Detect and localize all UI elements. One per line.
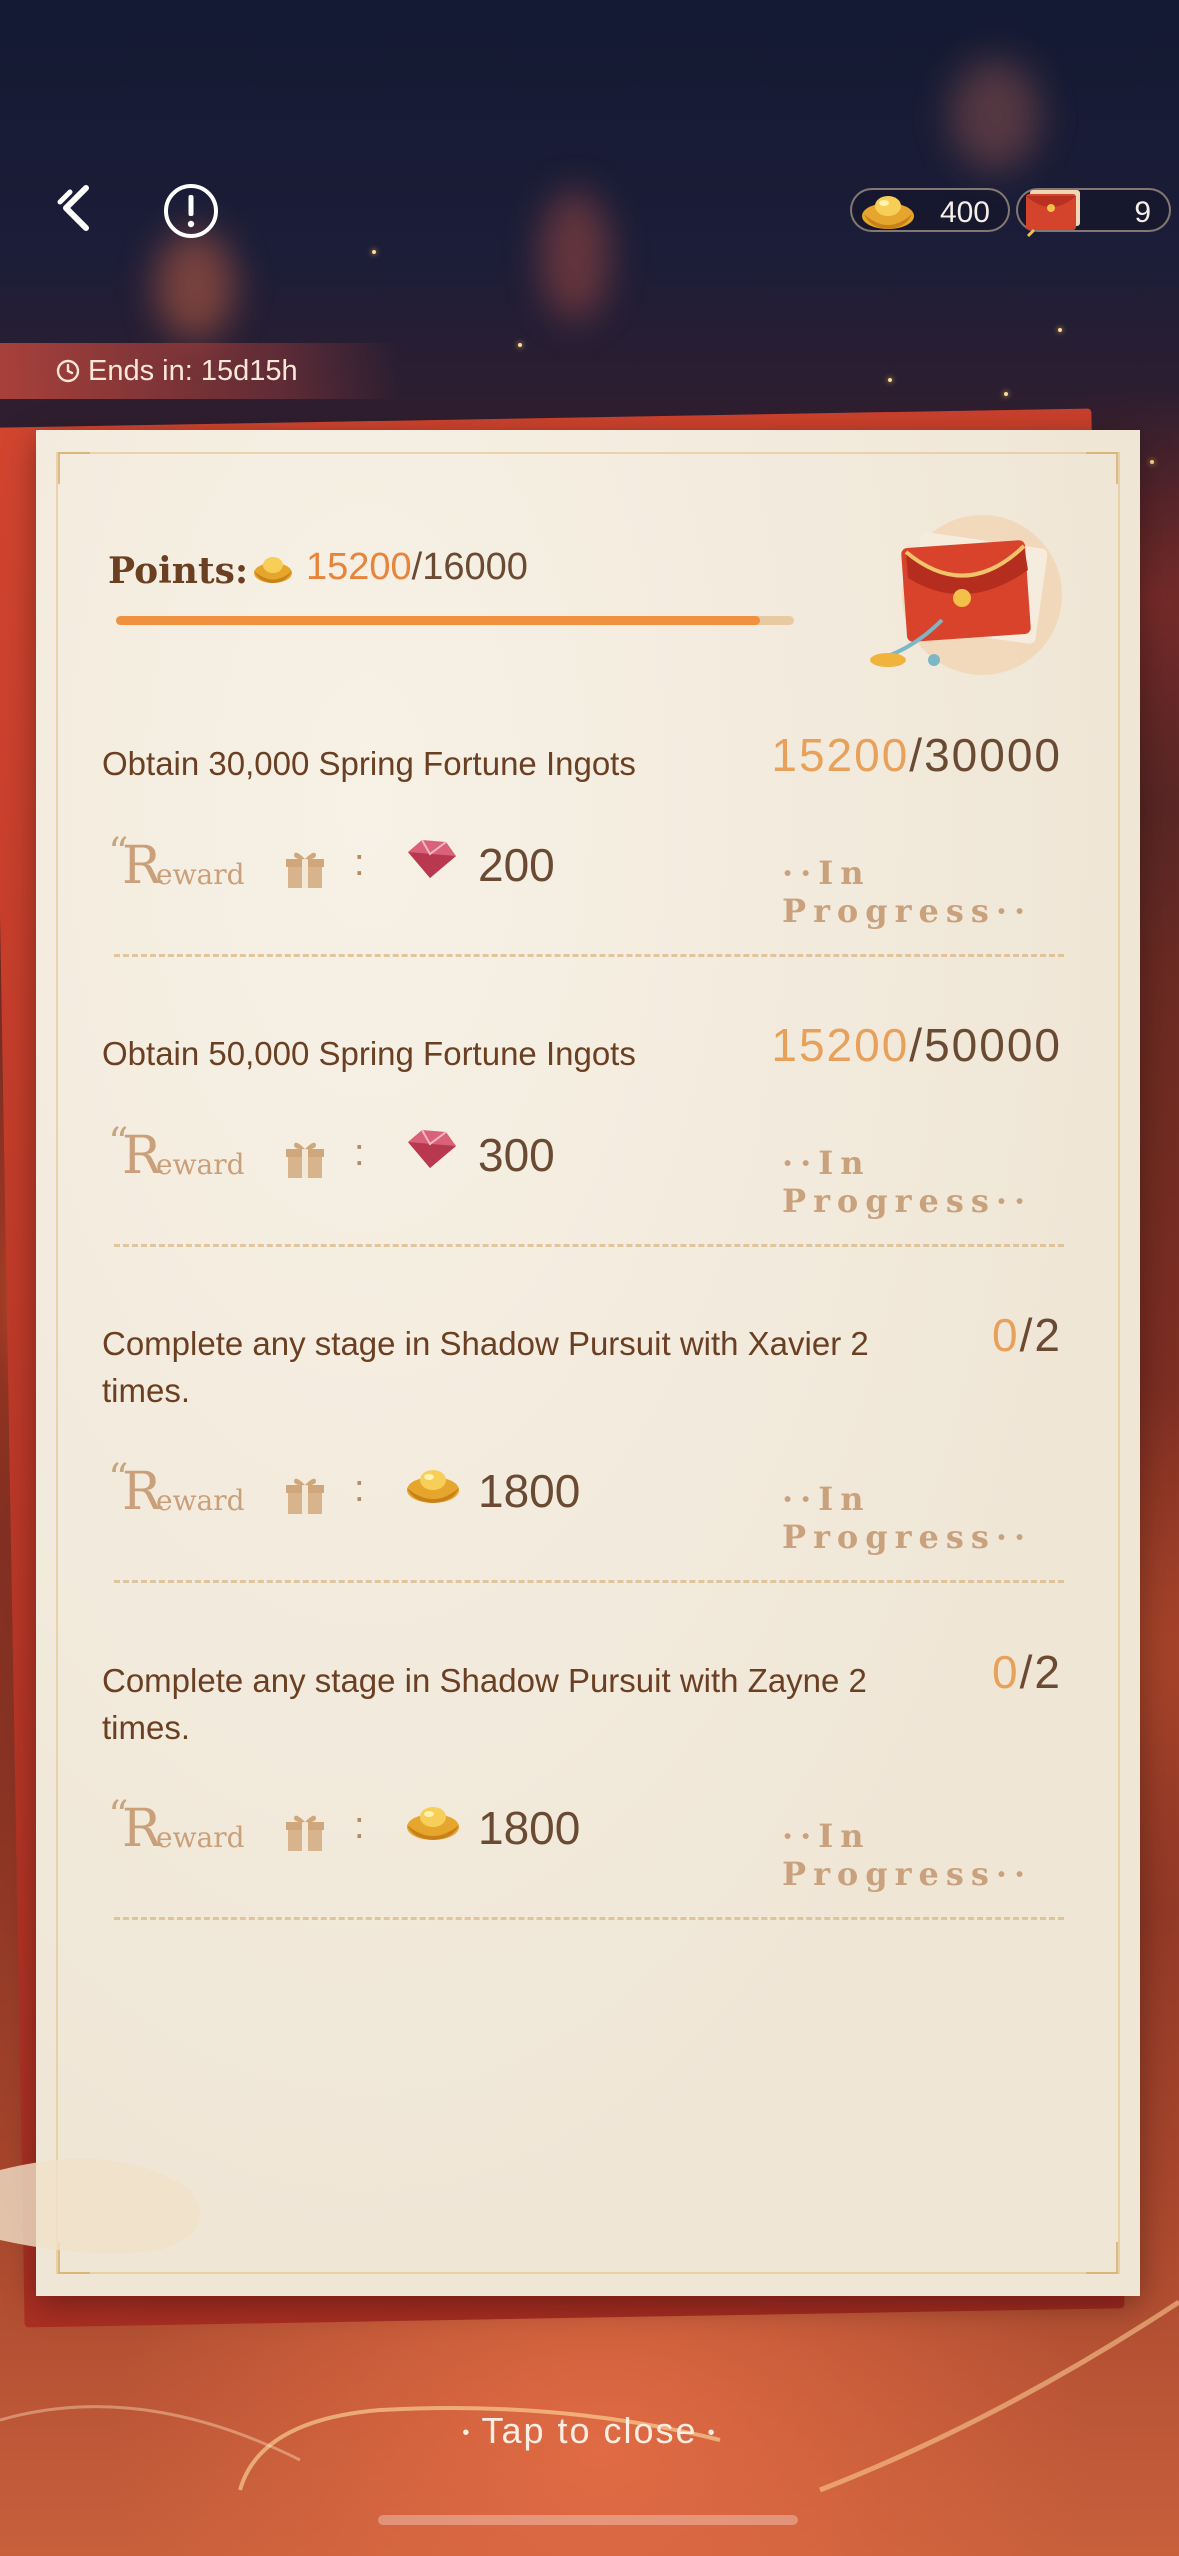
reward-amount: 1800: [478, 1465, 581, 1517]
reward-amount: 1800: [478, 1802, 581, 1854]
gold-ingot-count: 400: [939, 196, 990, 229]
task-progress: 0/2: [992, 1309, 1062, 1361]
points-progress-fill: [116, 616, 761, 625]
gold-ingot-currency[interactable]: 400: [850, 188, 1010, 232]
chevron-left-icon: [57, 185, 89, 231]
red-envelope-icon: [1024, 184, 1088, 246]
home-indicator[interactable]: [378, 2515, 798, 2525]
red-envelope-count: 9: [1134, 196, 1151, 229]
golden-ribbon-decoration: [0, 2300, 1179, 2493]
event-timer-banner: Ends in: 15d15h: [0, 343, 400, 399]
task-status: ··In Progress··: [782, 854, 1033, 930]
task-status: ··In Progress··: [782, 1817, 1033, 1893]
reward-amount: 200: [478, 839, 555, 891]
task-progress: 15200/50000: [771, 1019, 1062, 1071]
sparkle: [1004, 392, 1008, 396]
gift-icon: [284, 1811, 326, 1858]
red-envelope-currency[interactable]: 9: [1016, 188, 1171, 238]
reward-amount: 300: [478, 1129, 555, 1181]
divider: [114, 1917, 1064, 1920]
task-panel: Points: 15200/16000 Obtain 30,000 Spring…: [0, 430, 1140, 2296]
task-status: ··In Progress··: [782, 1480, 1033, 1556]
points-label: Points:: [108, 550, 249, 592]
gold-ingot-icon: [858, 184, 918, 244]
task-progress: 0/2: [992, 1646, 1062, 1698]
sparkle: [888, 378, 892, 382]
info-button[interactable]: [163, 183, 219, 239]
back-button[interactable]: [50, 180, 110, 240]
task-title: Obtain 50,000 Spring Fortune Ingots: [102, 1035, 636, 1072]
divider: [114, 954, 1064, 957]
sparkle: [1058, 328, 1062, 332]
sparkle: [1150, 460, 1154, 464]
points-current: 15200: [306, 546, 412, 588]
gold-ingot-icon: [404, 1462, 462, 1513]
gem-icon: [404, 836, 458, 887]
task-title: Obtain 30,000 Spring Fortune Ingots: [102, 745, 636, 782]
points-progress-bar: [116, 616, 794, 625]
cloud-swirl-decoration: [0, 2158, 200, 2254]
tap-to-close-label: Tap to close: [481, 2410, 698, 2451]
gift-icon: [284, 848, 326, 895]
gold-ingot-icon: [251, 548, 295, 593]
divider: [114, 1244, 1064, 1247]
corner-ornament: [1086, 452, 1118, 484]
task-title: Complete any stage in Shadow Pursuit wit…: [102, 1662, 867, 1746]
info-icon: [164, 184, 218, 238]
corner-ornament: [1086, 2242, 1118, 2274]
task-status: ··In Progress··: [782, 1144, 1033, 1220]
clock-icon: [56, 359, 80, 383]
red-envelope-illustration: [842, 510, 1092, 705]
red-envelope-icon: [870, 515, 1062, 675]
points-total: /16000: [411, 546, 528, 588]
corner-ornament: [58, 452, 90, 484]
event-ends-text: Ends in: 15d15h: [88, 354, 298, 387]
task-progress: 15200/30000: [771, 729, 1062, 781]
sparkle: [518, 343, 522, 347]
points-value: 15200/16000: [306, 546, 528, 589]
gem-icon: [404, 1126, 458, 1177]
gold-ingot-icon: [404, 1799, 462, 1850]
gift-icon: [284, 1474, 326, 1521]
top-bar: 400 9: [0, 0, 1179, 300]
divider: [114, 1580, 1064, 1583]
tap-to-close-button[interactable]: • Tap to close •: [0, 2410, 1179, 2452]
task-title: Complete any stage in Shadow Pursuit wit…: [102, 1325, 869, 1409]
gift-icon: [284, 1138, 326, 1185]
